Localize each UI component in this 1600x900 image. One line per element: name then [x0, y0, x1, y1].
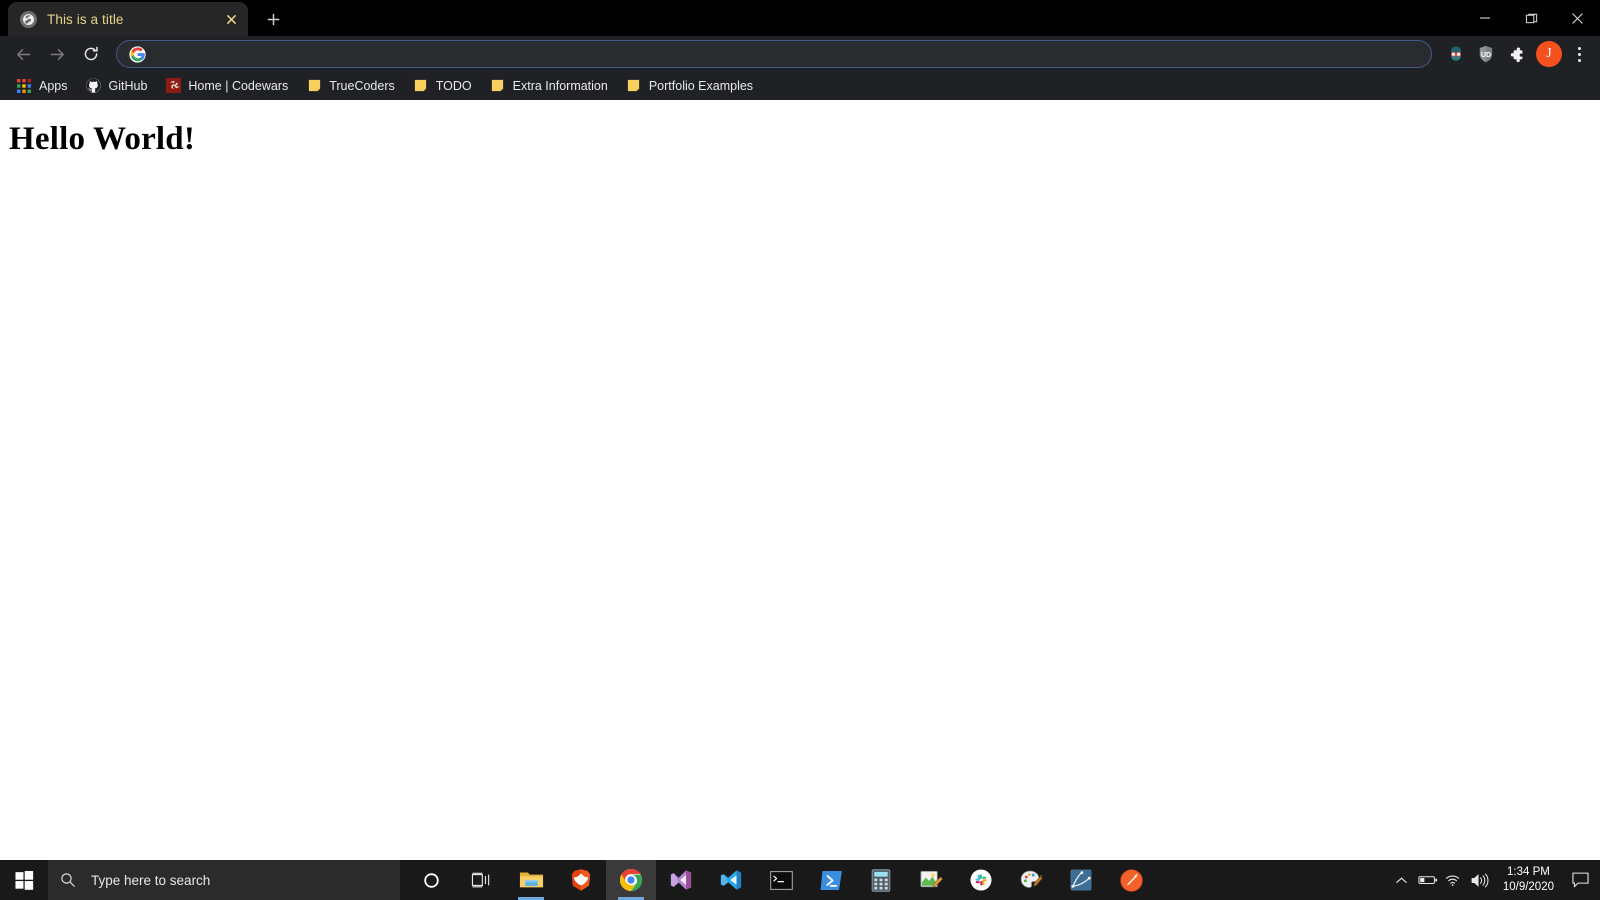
new-tab-button[interactable]: [258, 4, 288, 34]
google-chrome-icon[interactable]: [606, 860, 656, 900]
tab-title: This is a title: [47, 11, 124, 27]
close-icon[interactable]: [220, 8, 242, 30]
system-tray: 1:34 PM 10/9/2020: [1389, 860, 1600, 900]
extensions-puzzle-icon[interactable]: [1502, 40, 1530, 68]
cortana-icon[interactable]: [406, 860, 456, 900]
bookmark-todo[interactable]: TODO: [405, 75, 480, 97]
bookmark-label: Home | Codewars: [188, 78, 289, 93]
powershell-icon[interactable]: [806, 860, 856, 900]
reload-icon[interactable]: [76, 39, 106, 69]
bookmark-label: Extra Information: [512, 78, 608, 93]
bookmark-label: TODO: [435, 78, 472, 93]
bookmark-label: TrueCoders: [329, 78, 395, 93]
github-octocat-icon: [86, 78, 102, 94]
bookmark-label: Portfolio Examples: [648, 78, 754, 93]
tab-strip: This is a title: [0, 0, 1600, 36]
apps-grid-icon: [16, 78, 32, 94]
bookmark-home-codewars[interactable]: Home | Codewars: [157, 75, 296, 97]
visual-studio-icon[interactable]: [656, 860, 706, 900]
thermometer-app-icon[interactable]: [1106, 860, 1156, 900]
window-controls: [1462, 0, 1600, 36]
windows-taskbar: Type here to search 1:34 PM 10/9/2020: [0, 860, 1600, 900]
volume-icon[interactable]: [1467, 860, 1493, 900]
show-hidden-icons-chevron-icon[interactable]: [1389, 860, 1415, 900]
start-button-icon[interactable]: [0, 860, 48, 900]
page-viewport: Hello World!: [0, 100, 1600, 860]
chrome-browser-window: This is a title UD J Apps GitHub Home | …: [0, 0, 1600, 860]
bookmark-portfolio-examples[interactable]: Portfolio Examples: [618, 75, 761, 97]
urban-dictionary-shield-extension-icon[interactable]: UD: [1472, 40, 1500, 68]
address-bar[interactable]: [116, 40, 1432, 68]
browser-tab[interactable]: This is a title: [8, 2, 248, 36]
menu-dot: [1577, 58, 1581, 62]
wifi-icon[interactable]: [1441, 860, 1467, 900]
bookmark-label: GitHub: [108, 78, 148, 93]
bookmark-truecoders[interactable]: TrueCoders: [298, 75, 403, 97]
bookmark-extra-information[interactable]: Extra Information: [482, 75, 616, 97]
action-center-icon[interactable]: [1564, 860, 1596, 900]
bookmark-github[interactable]: GitHub: [78, 75, 156, 97]
codewars-icon: [165, 78, 181, 94]
minimize-icon[interactable]: [1462, 0, 1508, 36]
menu-dot: [1577, 52, 1581, 56]
globe-page-icon: [20, 10, 37, 28]
menu-dot: [1577, 46, 1581, 50]
forward-arrow-icon[interactable]: [42, 39, 72, 69]
avatar[interactable]: J: [1536, 41, 1562, 67]
taskbar-search-box[interactable]: Type here to search: [48, 860, 400, 900]
inkscape-icon[interactable]: [1056, 860, 1106, 900]
back-arrow-icon[interactable]: [8, 39, 38, 69]
taskbar-clock[interactable]: 1:34 PM 10/9/2020: [1493, 860, 1564, 900]
vs-code-icon[interactable]: [706, 860, 756, 900]
brave-browser-icon[interactable]: [556, 860, 606, 900]
close-window-icon[interactable]: [1554, 0, 1600, 36]
maximize-restore-icon[interactable]: [1508, 0, 1554, 36]
bookmark-folder-icon: [626, 78, 642, 94]
clock-time: 1:34 PM: [1507, 866, 1550, 878]
file-explorer-icon[interactable]: [506, 860, 556, 900]
clock-date: 10/9/2020: [1502, 881, 1554, 893]
slack-icon[interactable]: [956, 860, 1006, 900]
page-title: Hello World!: [9, 121, 196, 157]
bookmarks-bar: Apps GitHub Home | Codewars TrueCoders T…: [0, 72, 1600, 100]
taskbar-app-buttons: [406, 860, 1156, 900]
command-prompt-icon[interactable]: [756, 860, 806, 900]
battery-icon[interactable]: [1415, 860, 1441, 900]
bookmark-apps[interactable]: Apps: [8, 75, 76, 97]
taskbar-search-input[interactable]: Type here to search: [91, 873, 210, 888]
bookmark-folder-icon: [490, 78, 506, 94]
search-icon: [60, 872, 77, 889]
google-g-icon: [129, 45, 146, 63]
calculator-icon[interactable]: [856, 860, 906, 900]
bookmark-folder-icon: [413, 78, 429, 94]
task-view-icon[interactable]: [456, 860, 506, 900]
bookmark-label: Apps: [39, 78, 68, 93]
svg-text:UD: UD: [1481, 52, 1491, 59]
browser-toolbar: UD J: [0, 36, 1600, 72]
bookmark-folder-icon: [306, 78, 322, 94]
grammar-assistant-extension-icon[interactable]: [1442, 40, 1470, 68]
paint-3d-icon[interactable]: [1006, 860, 1056, 900]
paint-icon[interactable]: [906, 860, 956, 900]
chrome-menu-icon[interactable]: [1566, 40, 1592, 68]
